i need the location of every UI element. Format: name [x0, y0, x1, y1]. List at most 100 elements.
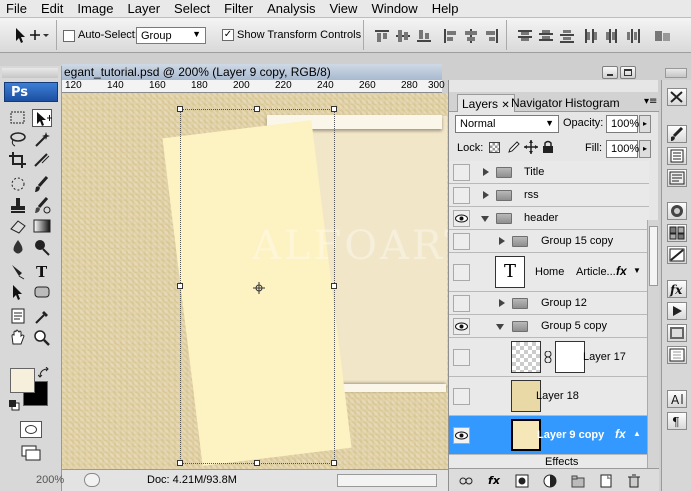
transform-handle[interactable]	[254, 106, 260, 112]
slice-tool[interactable]	[32, 151, 52, 169]
default-colors-icon[interactable]	[8, 399, 20, 411]
screen-mode-button[interactable]	[20, 445, 44, 462]
align-vcenter-icon[interactable]	[396, 29, 410, 43]
add-layer-style-icon[interactable]: fx	[487, 474, 501, 488]
status-menu-button[interactable]	[84, 473, 100, 487]
transform-handle[interactable]	[254, 460, 260, 466]
show-transform-checkbox[interactable]: ✓	[222, 29, 234, 41]
dock-styles-icon[interactable]: fx	[667, 280, 687, 298]
chain-link-icon[interactable]	[544, 351, 552, 363]
transform-handle[interactable]	[177, 283, 183, 289]
blend-mode-dropdown[interactable]: Normal ▼	[455, 115, 559, 133]
distribute-right-icon[interactable]	[626, 29, 640, 43]
menu-layer[interactable]: Layer	[122, 1, 169, 16]
transform-handle[interactable]	[331, 460, 337, 466]
visibility-toggle[interactable]	[453, 318, 470, 335]
visibility-toggle[interactable]	[453, 349, 470, 366]
lock-all-icon[interactable]	[542, 140, 554, 154]
visibility-toggle[interactable]	[453, 427, 470, 444]
lock-pixels-icon[interactable]	[506, 140, 520, 154]
opacity-slider-button[interactable]: ▸	[639, 115, 651, 133]
collapse-arrow-icon[interactable]	[481, 216, 489, 222]
expand-arrow-icon[interactable]	[499, 237, 505, 245]
fill-slider-button[interactable]: ▸	[639, 140, 651, 158]
eyedropper-tool[interactable]	[32, 307, 52, 325]
hand-tool[interactable]	[8, 328, 28, 346]
clone-stamp-tool[interactable]	[8, 196, 28, 214]
align-bottom-icon[interactable]	[417, 29, 431, 43]
transform-handle[interactable]	[177, 460, 183, 466]
expand-arrow-icon[interactable]	[483, 168, 489, 176]
document-title[interactable]: egant_tutorial.psd @ 200% (Layer 9 copy,…	[62, 64, 442, 80]
align-top-icon[interactable]	[375, 29, 389, 43]
visibility-toggle[interactable]	[453, 187, 470, 204]
dock-adjustments-icon[interactable]	[667, 246, 687, 264]
dock-swatches-icon[interactable]	[667, 224, 687, 242]
layer-row-group-5-copy[interactable]: Group 5 copy	[449, 315, 649, 338]
horizontal-scrollbar[interactable]	[337, 474, 437, 487]
quick-mask-button[interactable]	[20, 421, 42, 438]
link-layers-icon[interactable]	[459, 474, 473, 488]
visibility-toggle[interactable]	[453, 164, 470, 181]
distribute-vcenter-icon[interactable]	[539, 29, 553, 43]
distribute-left-icon[interactable]	[584, 29, 598, 43]
visibility-toggle[interactable]	[453, 388, 470, 405]
layer-row-group-15-copy[interactable]: Group 15 copy	[449, 230, 649, 253]
auto-select-dropdown[interactable]: Group ▼	[136, 27, 206, 44]
layer-row-header[interactable]: header	[449, 207, 649, 230]
menu-window[interactable]: Window	[365, 1, 425, 16]
auto-select-checkbox[interactable]	[63, 30, 75, 42]
dock-paragraph-text-icon[interactable]: ¶	[667, 412, 687, 430]
distribute-hcenter-icon[interactable]	[605, 29, 619, 43]
maximize-button[interactable]	[620, 66, 636, 79]
zoom-tool[interactable]	[32, 328, 52, 346]
blur-tool[interactable]	[8, 238, 28, 256]
brush-tool[interactable]	[32, 175, 52, 193]
menu-file[interactable]: File	[0, 1, 35, 16]
align-left-icon[interactable]	[443, 29, 457, 43]
transform-handle[interactable]	[177, 106, 183, 112]
menu-view[interactable]: View	[323, 1, 365, 16]
tools-panel-grip[interactable]	[2, 68, 58, 78]
swap-colors-icon[interactable]	[38, 367, 50, 379]
menu-select[interactable]: Select	[168, 1, 218, 16]
foreground-color-swatch-top[interactable]	[10, 368, 35, 393]
menu-help[interactable]: Help	[426, 1, 467, 16]
fx-icon[interactable]: fx	[615, 427, 626, 441]
add-mask-icon[interactable]	[515, 474, 529, 488]
align-right-icon[interactable]	[485, 29, 499, 43]
path-selection-tool[interactable]	[8, 283, 28, 301]
magic-wand-tool[interactable]	[32, 130, 52, 148]
dock-masks-icon[interactable]	[667, 324, 687, 342]
new-layer-icon[interactable]	[599, 474, 613, 488]
distribute-top-icon[interactable]	[518, 29, 532, 43]
gradient-tool[interactable]	[32, 217, 52, 235]
history-brush-tool[interactable]	[32, 196, 52, 214]
fill-input[interactable]: 100%	[606, 140, 639, 158]
menu-image[interactable]: Image	[71, 1, 121, 16]
dock-clone-source-icon[interactable]	[667, 147, 687, 165]
menu-analysis[interactable]: Analysis	[261, 1, 323, 16]
lock-position-icon[interactable]	[524, 140, 538, 154]
expand-arrow-icon[interactable]	[483, 191, 489, 199]
distribute-bottom-icon[interactable]	[560, 29, 574, 43]
expand-arrow-icon[interactable]: ▼	[633, 266, 641, 275]
delete-layer-icon[interactable]	[627, 474, 641, 488]
layer-row-title[interactable]: Title	[449, 161, 649, 184]
layers-scrollbar[interactable]	[647, 220, 659, 470]
dock-history-icon[interactable]	[667, 346, 687, 364]
expand-arrow-icon[interactable]	[499, 299, 505, 307]
dock-grip[interactable]	[665, 68, 687, 78]
shape-tool[interactable]	[32, 283, 52, 301]
zoom-level[interactable]: 200%	[36, 474, 64, 486]
minimize-button[interactable]	[602, 66, 618, 79]
opacity-input[interactable]: 100%	[606, 115, 639, 133]
transform-handle[interactable]	[331, 106, 337, 112]
transform-center-icon[interactable]	[253, 282, 265, 294]
tab-navigator[interactable]: Navigator	[507, 94, 566, 112]
panel-menu-icon[interactable]: ▾≡	[644, 96, 657, 107]
pen-tool[interactable]	[8, 262, 28, 280]
scrollbar-thumb[interactable]	[649, 226, 658, 286]
new-group-icon[interactable]	[571, 474, 585, 488]
adjustment-layer-icon[interactable]	[543, 474, 557, 488]
